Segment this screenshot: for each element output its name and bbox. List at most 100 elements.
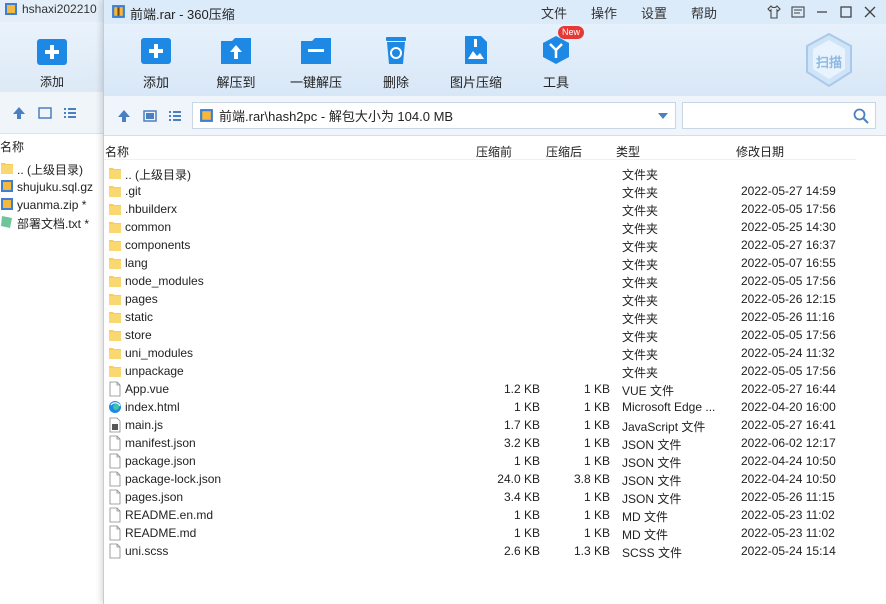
file-size: 1.7 KB [503,418,540,432]
file-name: pages.json [125,490,184,504]
minimize-button[interactable] [813,3,831,21]
search-input[interactable] [682,102,876,129]
delete-icon [386,37,406,64]
file-row[interactable]: store 文件夹 2022-05-05 17:56 [104,326,856,344]
background-add-label: 添加 [39,75,64,89]
file-type: MD 文件 [622,528,668,542]
column-date[interactable]: 修改日期 [736,143,784,160]
file-row[interactable]: README.md 1 KB 1 KB MD 文件 2022-05-23 11:02 [104,524,856,542]
file-row[interactable]: package.json 1 KB 1 KB JSON 文件 2022-04-24 10… [104,452,856,470]
menu-operation[interactable]: 操作 [579,3,629,22]
file-row[interactable]: README.en.md 1 KB 1 KB MD 文件 2022-05-23 11:0… [104,506,856,524]
background-column-name[interactable]: 名称 [0,138,24,155]
file-row[interactable]: common 文件夹 2022-05-25 14:30 [104,218,856,236]
file-row[interactable]: static 文件夹 2022-05-26 11:16 [104,308,856,326]
file-row[interactable]: manifest.json 3.2 KB 1 KB JSON 文件 2022-06-02… [104,434,856,452]
file-row[interactable]: index.html 1 KB 1 KB Microsoft Edge ... 2022… [104,398,856,416]
file-row[interactable]: pages.json 3.4 KB 1 KB JSON 文件 2022-05-26 11… [104,488,856,506]
file-compressed-size: 1 KB [583,526,610,540]
file-row[interactable]: main.js 1.7 KB 1 KB JavaScript 文件 2022-05-27… [104,416,856,434]
list-view-button[interactable] [167,108,183,124]
file-type: 文件夹 [622,348,659,362]
shirt-icon [767,5,781,19]
file-row[interactable]: uni.scss 2.6 KB 1.3 KB SCSS 文件 2022-05-24 15… [104,542,856,560]
file-name: lang [125,256,148,270]
file-row[interactable]: components 文件夹 2022-05-27 16:37 [104,236,856,254]
background-title: hshaxi202210 [22,2,97,16]
file-size: 2.6 KB [503,544,540,558]
file-type: JSON 文件 [622,438,682,452]
background-list-item-name: 部署文档.txt * [17,216,90,231]
up-level-button[interactable] [116,108,132,124]
view-toggle-button[interactable] [142,108,158,124]
file-row[interactable]: node_modules 文件夹 2022-05-05 17:56 [104,272,856,290]
menu-help[interactable]: 帮助 [679,3,729,22]
file-type: 文件夹 [622,276,659,290]
column-size[interactable]: 压缩前 [476,143,512,160]
maximize-button[interactable] [837,3,855,21]
file-row[interactable]: pages 文件夹 2022-05-26 12:15 [104,290,856,308]
scan-button[interactable]: 扫描 [804,32,854,88]
file-date: 2022-05-27 16:37 [741,238,836,252]
background-add-button[interactable]: 添加 [30,36,74,90]
file-date: 2022-06-02 12:17 [741,436,836,450]
folder-icon [108,291,122,307]
file-date: 2022-05-05 17:56 [741,274,836,288]
file-size: 1 KB [513,454,540,468]
one-click-extract-button[interactable]: 一键解压 [276,34,356,91]
extract-to-label: 解压到 [216,75,256,90]
tools-button[interactable]: 工具 [516,34,596,91]
chevron-down-icon[interactable] [657,111,669,121]
delete-label: 删除 [382,75,409,90]
skin-button[interactable] [765,3,783,21]
view-toggle-icon[interactable] [38,106,52,120]
background-list-item[interactable]: 部署文档.txt * [0,214,93,232]
extract-to-button[interactable]: 解压到 [196,34,276,91]
menu-settings[interactable]: 设置 [629,3,679,22]
file-row[interactable]: package-lock.json 24.0 KB 3.8 KB JSON 文件 202… [104,470,856,488]
close-button[interactable] [861,3,879,21]
background-list-item[interactable]: shujuku.sql.gz [0,178,93,196]
column-type[interactable]: 类型 [616,143,640,160]
file-compressed-size: 1 KB [583,382,610,396]
file-type: SCSS 文件 [622,546,683,560]
add-button[interactable]: 添加 [116,34,196,91]
feedback-button[interactable] [789,3,807,21]
message-icon [791,6,805,18]
menu-file[interactable]: 文件 [529,3,579,22]
archive-icon [200,109,213,122]
file-size: 1 KB [513,526,540,540]
close-icon [864,6,876,18]
file-row[interactable]: unpackage 文件夹 2022-05-05 17:56 [104,362,856,380]
folder-icon [108,327,122,343]
file-name: .git [125,184,142,198]
file-type: Microsoft Edge ... [622,400,716,414]
delete-button[interactable]: 删除 [356,34,436,91]
one-click-extract-label: 一键解压 [289,75,342,90]
background-list-item[interactable]: .. (上级目录) [0,160,93,178]
file-name: README.md [125,526,197,540]
path-field[interactable]: 前端.rar\hash2pc - 解包大小为 104.0 MB [192,102,676,129]
column-name[interactable]: 名称 [105,143,129,160]
tools-icon [543,36,569,64]
file-row[interactable]: .. (上级目录) 文件夹 [104,164,856,182]
background-list-item[interactable]: yuanma.zip * [0,196,93,214]
file-type: 文件夹 [622,294,659,308]
list-view-icon[interactable] [63,106,77,120]
file-name: .. (上级目录) [125,168,191,182]
file-row[interactable]: .hbuilderx 文件夹 2022-05-05 17:56 [104,200,856,218]
image-compress-button[interactable]: 图片压缩 [436,34,516,91]
search-icon[interactable] [853,108,869,124]
file-row[interactable]: uni_modules 文件夹 2022-05-24 11:32 [104,344,856,362]
archive-icon [0,179,14,196]
file-compressed-size: 1 KB [583,418,610,432]
column-compressed[interactable]: 压缩后 [546,143,582,160]
file-date: 2022-05-26 11:16 [741,310,835,324]
file-row[interactable]: .git 文件夹 2022-05-27 14:59 [104,182,856,200]
file-row[interactable]: lang 文件夹 2022-05-07 16:55 [104,254,856,272]
file-name: uni.scss [125,544,169,558]
up-arrow-icon[interactable] [12,106,26,120]
file-row[interactable]: App.vue 1.2 KB 1 KB VUE 文件 2022-05-27 16:44 [104,380,856,398]
file-type: 文件夹 [622,240,659,254]
file-icon [108,543,122,559]
